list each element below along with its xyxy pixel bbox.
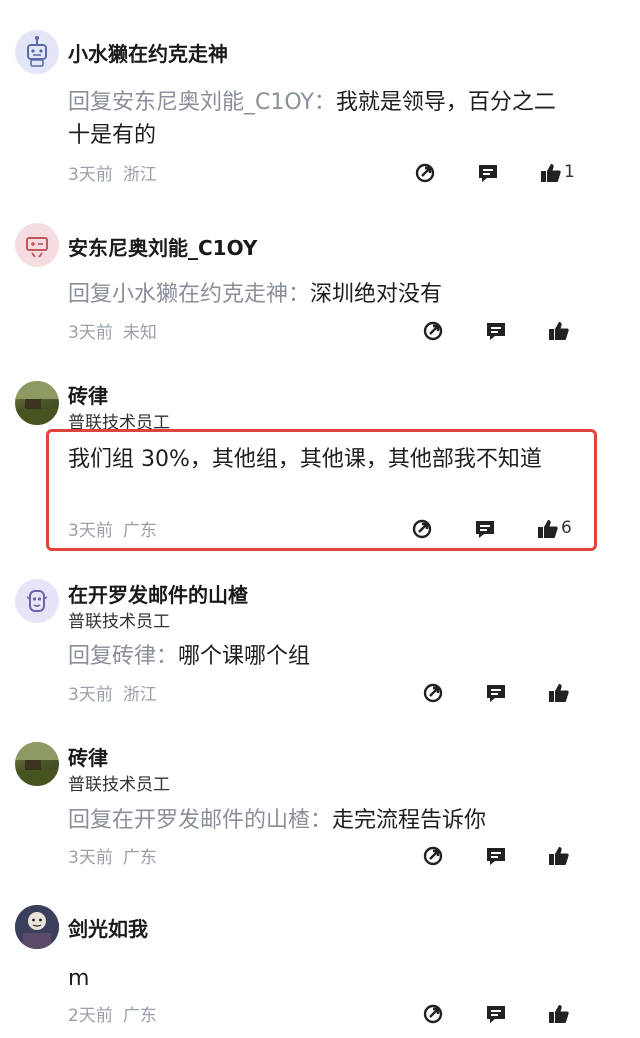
robot-avatar-icon[interactable] — [15, 30, 59, 74]
comment-text: 回复小水獭在约克走神：深圳绝对没有 — [68, 278, 568, 311]
thumbs-up-icon[interactable] — [547, 681, 573, 707]
share-icon[interactable] — [421, 844, 447, 870]
comment-meta: 3天前 未知 — [68, 318, 157, 343]
comment-time: 3天前 — [68, 323, 113, 343]
share-icon[interactable] — [421, 319, 447, 345]
share-icon[interactable] — [421, 681, 447, 707]
comment-text: 回复在开罗发邮件的山楂：走完流程告诉你 — [68, 804, 568, 837]
commenter-name[interactable]: 剑光如我 — [68, 913, 148, 942]
comment-text: 回复砖律：哪个课哪个组 — [68, 640, 568, 673]
like-count: 1 — [564, 162, 575, 182]
comment-item: 砖律 普联技术员工 回复在开罗发邮件的山楂：走完流程告诉你 3天前 广东 — [0, 725, 640, 885]
commenter-role: 普联技术员工 — [68, 612, 170, 632]
commenter-name[interactable]: 小水獭在约克走神 — [68, 38, 228, 67]
comment-icon[interactable] — [484, 681, 510, 707]
comment-icon[interactable] — [476, 161, 502, 187]
share-icon[interactable] — [413, 161, 439, 187]
comment-text: m — [68, 966, 90, 991]
comment-item: 小水獭在约克走神 回复安东尼奥刘能_C1OY：我就是领导，百分之二十是有的 3天… — [0, 0, 640, 200]
thumbs-up-icon[interactable] — [547, 319, 573, 345]
comment-time: 3天前 — [68, 685, 113, 705]
comment-time: 2天前 — [68, 1006, 113, 1026]
commenter-name[interactable]: 砖律 — [68, 380, 108, 409]
reply-prefix[interactable]: 回复安东尼奥刘能_C1OY： — [68, 90, 336, 115]
commenter-name[interactable]: 砖律 — [68, 742, 108, 771]
comment-icon[interactable] — [484, 1002, 510, 1028]
comment-icon[interactable] — [484, 319, 510, 345]
landscape-avatar-icon[interactable] — [15, 742, 59, 786]
comment-meta: 3天前 广东 — [68, 843, 157, 868]
comment-text: 回复安东尼奥刘能_C1OY：我就是领导，百分之二十是有的 — [68, 86, 568, 152]
comment-location: 浙江 — [122, 685, 157, 705]
robot-avatar-icon[interactable] — [15, 223, 59, 267]
commenter-role: 普联技术员工 — [68, 775, 170, 795]
reply-text: 深圳绝对没有 — [310, 282, 443, 307]
comment-location: 广东 — [122, 1006, 157, 1026]
reply-prefix[interactable]: 回复在开罗发邮件的山楂： — [68, 808, 332, 833]
reply-prefix[interactable]: 回复小水獭在约克走神： — [68, 282, 310, 307]
comment-meta: 3天前 浙江 — [68, 680, 157, 705]
thumbs-up-icon[interactable] — [539, 161, 565, 187]
robot-avatar-icon[interactable] — [15, 579, 59, 623]
commenter-name[interactable]: 安东尼奥刘能_C1OY — [68, 232, 257, 261]
meme-face-avatar-icon[interactable] — [15, 905, 59, 949]
highlight-box — [46, 429, 597, 551]
comment-icon[interactable] — [484, 844, 510, 870]
comment-time: 3天前 — [68, 165, 113, 185]
comment-item: 安东尼奥刘能_C1OY 回复小水獭在约克走神：深圳绝对没有 3天前 未知 — [0, 200, 640, 360]
comment-item: 剑光如我 m 2天前 广东 — [0, 885, 640, 1038]
comment-location: 浙江 — [122, 165, 157, 185]
thumbs-up-icon[interactable] — [547, 1002, 573, 1028]
comment-time: 3天前 — [68, 848, 113, 868]
reply-text: 走完流程告诉你 — [332, 808, 487, 833]
reply-prefix[interactable]: 回复砖律： — [68, 644, 178, 669]
comment-item: 在开罗发邮件的山楂 普联技术员工 回复砖律：哪个课哪个组 3天前 浙江 — [0, 560, 640, 725]
comment-location: 未知 — [122, 323, 157, 343]
comment-location: 广东 — [122, 848, 157, 868]
reply-text: 哪个课哪个组 — [178, 644, 311, 669]
commenter-name[interactable]: 在开罗发邮件的山楂 — [68, 579, 248, 608]
comment-meta: 2天前 广东 — [68, 1001, 157, 1026]
comment-meta: 3天前 浙江 — [68, 160, 157, 185]
share-icon[interactable] — [421, 1002, 447, 1028]
thumbs-up-icon[interactable] — [547, 844, 573, 870]
landscape-avatar-icon[interactable] — [15, 381, 59, 425]
